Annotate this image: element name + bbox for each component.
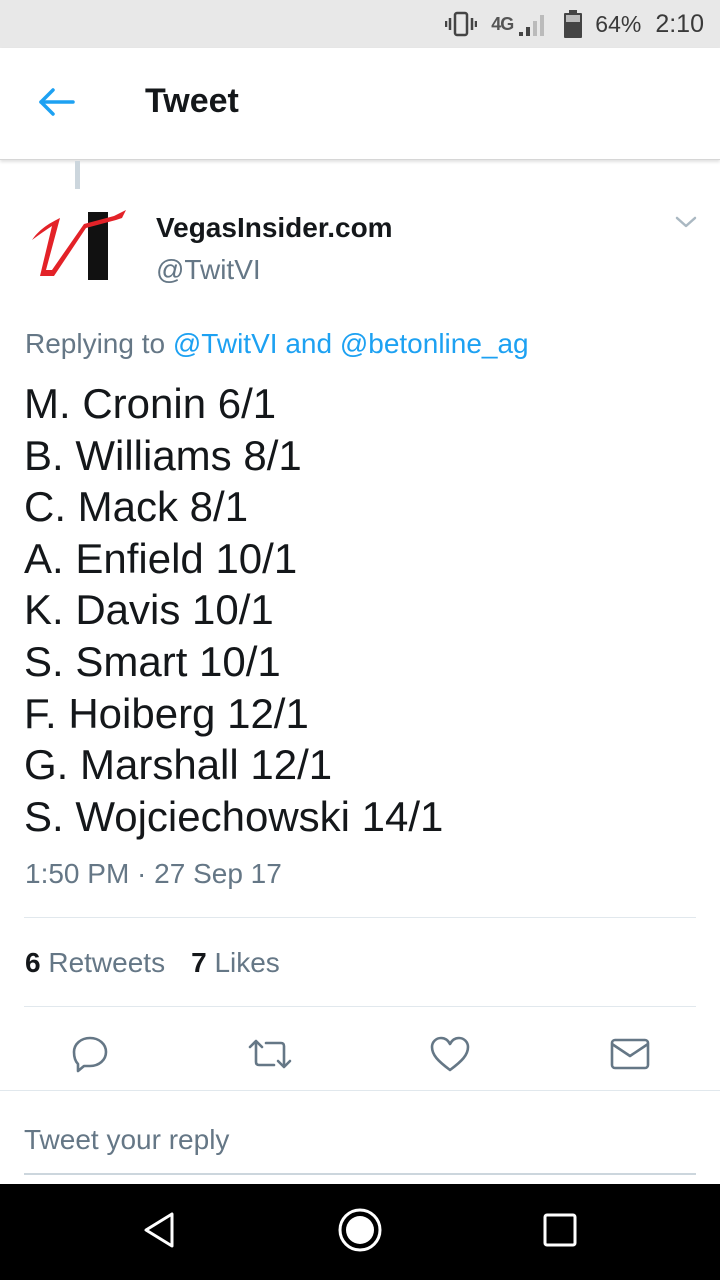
retweets-stat[interactable]: 6 Retweets bbox=[25, 947, 165, 979]
triangle-back-icon bbox=[140, 1210, 180, 1255]
reply-input[interactable] bbox=[24, 1121, 696, 1175]
thread-connector-line bbox=[75, 161, 80, 189]
author-name[interactable]: VegasInsider.com bbox=[156, 212, 393, 244]
divider bbox=[24, 917, 696, 918]
nav-home-button[interactable] bbox=[336, 1208, 384, 1256]
network-signal-icon: 4G bbox=[491, 10, 549, 38]
tweet-timestamp: 1:50 PM · 27 Sep 17 bbox=[25, 858, 282, 889]
tweet-line: C. Mack 8/1 bbox=[24, 483, 249, 531]
reply-icon bbox=[70, 1034, 110, 1079]
share-via-dm-button[interactable] bbox=[604, 1030, 656, 1082]
tweet-line: M. Cronin 6/1 bbox=[24, 380, 277, 427]
nav-recents-button[interactable] bbox=[536, 1208, 584, 1256]
engagement-stats: 6 Retweets 7 Likes bbox=[25, 947, 306, 979]
tweet-actions bbox=[0, 1030, 720, 1082]
nav-back-button[interactable] bbox=[136, 1208, 184, 1256]
tweet-line: G. Marshall 12/1 bbox=[24, 741, 333, 789]
mention-link-betonline[interactable]: @betonline_ag bbox=[340, 328, 529, 359]
reply-bar bbox=[0, 1090, 720, 1184]
retweet-icon bbox=[246, 1036, 294, 1077]
back-button[interactable] bbox=[34, 84, 78, 124]
tweet-detail-screen: 4G 64% 2:10 Tweet VegasInsider.com @Twit… bbox=[0, 0, 720, 1280]
system-nav-bar bbox=[0, 1184, 720, 1280]
heart-icon bbox=[429, 1035, 471, 1078]
network-type: 4G bbox=[491, 13, 514, 34]
retweets-label: Retweets bbox=[48, 947, 166, 978]
retweets-count: 6 bbox=[25, 947, 41, 978]
circle-home-icon bbox=[337, 1207, 383, 1258]
page-title: Tweet bbox=[145, 82, 239, 120]
tweet-line: A. Enfield 10/1 bbox=[24, 534, 298, 582]
tweet-line: S. Wojciechowski 14/1 bbox=[24, 792, 444, 840]
likes-count: 7 bbox=[191, 947, 207, 978]
tweet-text: M. Cronin 6/1 B. Williams 8/1 C. Mack 8/… bbox=[24, 378, 704, 842]
vibrate-icon bbox=[445, 10, 478, 38]
square-recents-icon bbox=[542, 1212, 578, 1253]
replying-to: Replying to @TwitVI and @betonline_ag bbox=[25, 328, 529, 360]
mention-link-twitvi[interactable]: @TwitVI bbox=[173, 328, 278, 359]
retweet-button[interactable] bbox=[244, 1030, 296, 1082]
status-bar: 4G 64% 2:10 bbox=[0, 0, 720, 48]
chevron-down-icon bbox=[674, 214, 698, 235]
battery-icon bbox=[563, 9, 583, 39]
replying-to-prefix: Replying to bbox=[25, 328, 166, 359]
more-options-button[interactable] bbox=[670, 210, 702, 238]
avatar[interactable] bbox=[26, 204, 130, 284]
likes-stat[interactable]: 7 Likes bbox=[191, 947, 280, 979]
divider bbox=[24, 1006, 696, 1007]
battery-percent: 64% bbox=[595, 10, 642, 37]
tweet-line: K. Davis 10/1 bbox=[24, 586, 274, 634]
reply-button[interactable] bbox=[64, 1030, 116, 1082]
app-header: Tweet bbox=[0, 48, 720, 160]
mention-and[interactable]: and bbox=[285, 328, 332, 359]
like-button[interactable] bbox=[424, 1030, 476, 1082]
clock: 2:10 bbox=[655, 9, 704, 38]
tweet-line: S. Smart 10/1 bbox=[24, 637, 281, 685]
author-handle[interactable]: @TwitVI bbox=[156, 254, 261, 286]
tweet-line: B. Williams 8/1 bbox=[24, 431, 302, 479]
arrow-left-icon bbox=[37, 87, 75, 122]
tweet-line: F. Hoiberg 12/1 bbox=[24, 689, 309, 737]
vegasinsider-logo bbox=[32, 210, 126, 280]
mail-icon bbox=[609, 1037, 651, 1076]
likes-label: Likes bbox=[214, 947, 280, 978]
